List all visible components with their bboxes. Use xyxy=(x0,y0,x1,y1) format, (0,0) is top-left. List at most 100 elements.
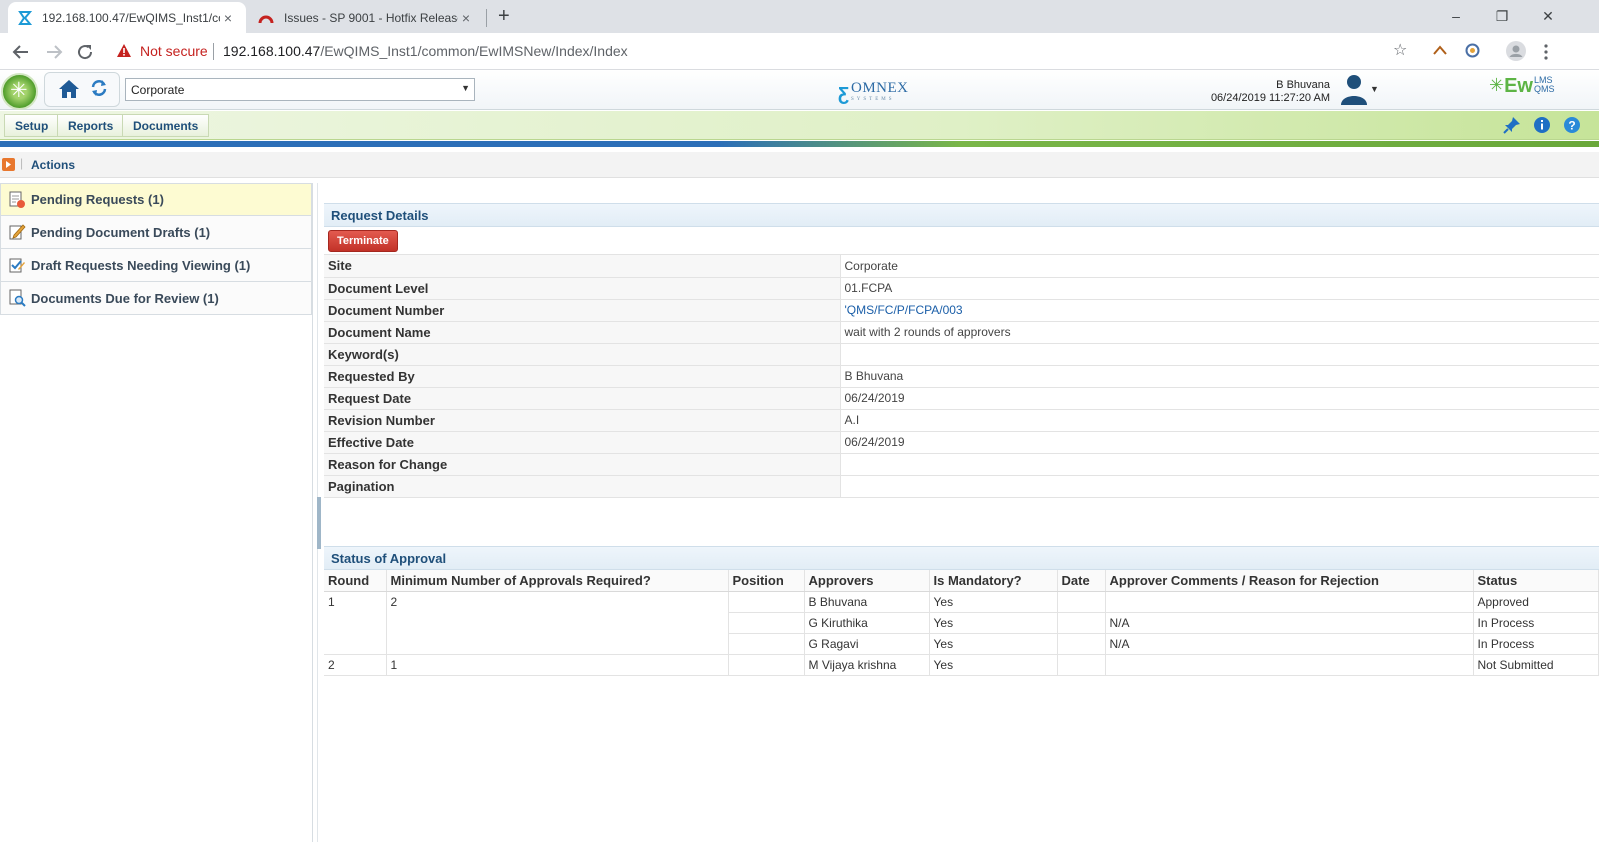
help-icon[interactable]: ? xyxy=(1563,116,1581,134)
main-menu-bar: Setup Reports Documents ? xyxy=(0,111,1599,140)
refresh-icon[interactable] xyxy=(90,79,108,97)
url-field[interactable]: 192.168.100.47/EwQIMS_Inst1/common/EwIMS… xyxy=(223,43,628,59)
request-details-table: Site Corporate Document Level 01.FCPA Do… xyxy=(324,255,1599,498)
position-cell xyxy=(728,654,805,676)
tab-close-icon[interactable]: × xyxy=(220,10,236,26)
menu-reports[interactable]: Reports xyxy=(57,114,125,137)
minimize-icon[interactable]: – xyxy=(1433,4,1479,28)
restore-icon[interactable]: ❐ xyxy=(1479,4,1525,28)
issues-favicon xyxy=(258,15,274,23)
window-close-icon[interactable]: ✕ xyxy=(1525,4,1571,28)
breadcrumb-collapse-icon[interactable] xyxy=(2,158,15,171)
approver-cell: G Kiruthika xyxy=(804,612,930,634)
column-header: Minimum Number of Approvals Required? xyxy=(386,569,729,592)
security-status[interactable]: Not secure xyxy=(140,43,208,59)
approver-cell: G Ragavi xyxy=(804,633,930,655)
current-datetime: 06/24/2019 11:27:20 AM xyxy=(1210,92,1330,104)
ewqms-logo: ✳ Ew LMS QMS xyxy=(1489,75,1555,97)
detail-label: Site xyxy=(324,255,841,278)
sidebar-item-label: Documents Due for Review (1) xyxy=(31,290,219,306)
app-logo-icon[interactable]: ✳ xyxy=(1,73,38,110)
extension-icon[interactable] xyxy=(1465,43,1480,58)
round-cell: 1 xyxy=(324,591,387,655)
header-button-group xyxy=(44,72,120,107)
ewqms-flower-icon: ✳ xyxy=(1489,75,1505,95)
detail-value: 06/24/2019 xyxy=(840,387,1599,410)
column-header: Round xyxy=(324,569,387,592)
address-bar: Not secure 192.168.100.47/EwQIMS_Inst1/c… xyxy=(0,33,1599,70)
detail-label: Document Level xyxy=(324,277,841,300)
user-menu-chevron-icon[interactable]: ▼ xyxy=(1370,84,1379,94)
panel-splitter-handle[interactable] xyxy=(317,497,321,549)
extension-chevron-icon[interactable] xyxy=(1433,45,1447,55)
tab-close-icon[interactable]: × xyxy=(458,10,474,26)
approval-status-table: Round Minimum Number of Approvals Requir… xyxy=(324,569,1599,676)
detail-label: Requested By xyxy=(324,365,841,388)
mandatory-cell: Yes xyxy=(929,633,1058,655)
back-arrow-icon[interactable] xyxy=(12,43,30,61)
detail-value xyxy=(840,475,1599,498)
table-row: 1 2 B Bhuvana Yes Approved xyxy=(324,591,1599,655)
kebab-menu-icon[interactable] xyxy=(1544,44,1548,60)
column-header: Approver Comments / Reason for Rejection xyxy=(1105,569,1474,592)
detail-row-document-level: Document Level 01.FCPA xyxy=(324,277,1599,300)
profile-icon[interactable] xyxy=(1506,41,1526,61)
new-tab-icon[interactable]: + xyxy=(498,6,510,26)
terminate-button[interactable]: Terminate xyxy=(328,230,398,252)
detail-value: Corporate xyxy=(840,255,1599,278)
status-cell: Approved xyxy=(1473,591,1599,613)
sidebar-item-pending-drafts[interactable]: Pending Document Drafts (1) xyxy=(0,216,312,249)
user-avatar-icon[interactable] xyxy=(1340,73,1368,105)
detail-row-pagination: Pagination xyxy=(324,475,1599,498)
detail-label: Revision Number xyxy=(324,409,841,432)
document-number-link[interactable]: 'QMS/FC/P/FCPA/003 xyxy=(840,299,1599,322)
approver-cell: M Vijaya krishna xyxy=(804,654,930,676)
info-icon[interactable] xyxy=(1533,116,1551,134)
min-approvals-cell: 2 xyxy=(386,591,729,655)
warning-icon[interactable] xyxy=(117,44,131,57)
bookmark-star-icon[interactable]: ☆ xyxy=(1393,42,1407,60)
sidebar-item-pending-requests[interactable]: Pending Requests (1) xyxy=(0,183,312,216)
ewqms-logo-main: Ew xyxy=(1504,75,1533,97)
menu-documents[interactable]: Documents xyxy=(122,114,210,137)
tab-title: 192.168.100.47/EwQIMS_Inst1/co xyxy=(42,10,220,25)
home-icon[interactable] xyxy=(58,78,80,100)
date-cell xyxy=(1057,612,1106,634)
table-row: 2 1 M Vijaya krishna Yes Not Submitted xyxy=(324,654,1599,676)
omnex-favicon xyxy=(18,10,32,25)
status-cell: In Process xyxy=(1473,612,1599,634)
approver-cell: B Bhuvana xyxy=(804,591,930,613)
ewqms-logo-bottom: QMS xyxy=(1534,84,1555,94)
tab-separator xyxy=(486,9,487,27)
site-select-value: Corporate xyxy=(131,83,185,97)
browser-tab-active[interactable]: 192.168.100.47/EwQIMS_Inst1/co × xyxy=(8,2,246,33)
chevron-down-icon: ▼ xyxy=(461,83,470,93)
omnex-mark-icon: Ƹ xyxy=(838,84,849,104)
date-cell xyxy=(1057,591,1106,613)
approval-header-row: Round Minimum Number of Approvals Requir… xyxy=(324,569,1599,592)
content-top-spacer xyxy=(324,183,1599,203)
review-icon xyxy=(9,289,26,307)
detail-label: Document Number xyxy=(324,299,841,322)
menu-setup[interactable]: Setup xyxy=(4,114,60,137)
mandatory-cell: Yes xyxy=(929,612,1058,634)
min-approvals-cell: 1 xyxy=(386,654,729,676)
browser-tab-inactive[interactable]: Issues - SP 9001 - Hotfix Release × xyxy=(248,2,484,33)
detail-row-requested-by: Requested By B Bhuvana xyxy=(324,365,1599,388)
position-cell xyxy=(728,591,805,613)
comments-cell xyxy=(1105,591,1474,613)
detail-value xyxy=(840,453,1599,476)
site-select[interactable]: Corporate ▼ xyxy=(125,78,475,101)
breadcrumb: | Actions xyxy=(0,152,1599,178)
comments-cell: N/A xyxy=(1105,612,1474,634)
browser-tab-strip: 192.168.100.47/EwQIMS_Inst1/co × Issues … xyxy=(0,0,1599,33)
sidebar-item-draft-viewing[interactable]: Draft Requests Needing Viewing (1) xyxy=(0,249,312,282)
breadcrumb-separator: | xyxy=(20,156,24,170)
comments-cell: N/A xyxy=(1105,633,1474,655)
url-path: /EwQIMS_Inst1/common/EwIMSNew/Index/Inde… xyxy=(320,43,628,59)
reload-icon[interactable] xyxy=(76,43,94,61)
detail-row-keywords: Keyword(s) xyxy=(324,343,1599,366)
pin-icon[interactable] xyxy=(1503,116,1521,134)
sidebar-item-documents-review[interactable]: Documents Due for Review (1) xyxy=(0,282,312,315)
detail-label: Effective Date xyxy=(324,431,841,454)
